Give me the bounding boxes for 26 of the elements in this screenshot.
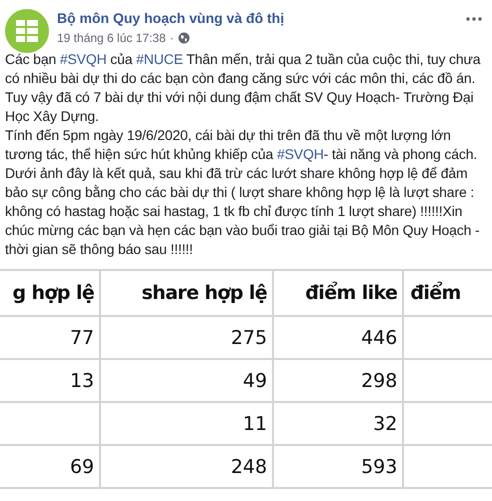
table-cell: 446 — [361, 326, 398, 348]
author-link[interactable]: Bộ môn Quy hoạch vùng và đô thị — [57, 10, 284, 26]
separator-dot: · — [170, 31, 174, 45]
globe-icon — [178, 32, 190, 44]
post-paragraph: Các bạn #SVQH của #NUCE Thân mến, trải qua 2 tuần của cuộc thi, tuy chưa có nhiều bài dự thi do các bạn còn đang căng sức với các môn thi, các đồ án. Tuy vậy đã có 7 bài dự thi với nội dung đậm chất SV Quy Hoạch- Trường Đại Học Xây Dựng. — [5, 50, 482, 126]
column-header: điểm like — [274, 271, 404, 315]
hashtag-link[interactable]: #SVQH — [276, 146, 324, 162]
column-header: điểm — [409, 280, 462, 306]
table-cell: 248 — [230, 456, 268, 478]
post-paragraph: Dưới ảnh đây là kết quả, sau khi đã trừ các lướt share không hợp lệ để đảm bảo sự công bằng cho các bài dự thi ( lượt share không hợp lệ là lượt share : không có hastag hoặc sai hastag, 1 tk fb chỉ được tính 1 lượt share) !!!!!!Xin chúc mừng các bạn và hẹn các bạn vào buổi trao giải tại Bộ Môn Quy Hoạch -thời gian sẽ thông báo sau !!!!!! — [5, 164, 481, 259]
table-cell: 49 — [242, 370, 268, 392]
column-header: share hợp lệ — [101, 271, 274, 315]
table-cell: 298 — [361, 370, 398, 392]
more-options-icon[interactable] — [466, 17, 482, 21]
table-cell: 32 — [373, 412, 398, 434]
table-cell: 69 — [70, 456, 94, 478]
table-cell: 11 — [242, 412, 268, 434]
table-cell: 275 — [230, 326, 268, 348]
post-paragraph: Tính đến 5pm ngày 19/6/2020, cái bài dự thi trên đã thu về một lượng lớn tương tác, thể hiện sức hút khủng khiếp của #SVQH- tài năng và phong cách. — [5, 126, 478, 164]
hashtag-link[interactable]: #SVQH — [60, 51, 107, 67]
hashtag-link[interactable]: #NUCE — [136, 51, 183, 67]
table-cell: 593 — [361, 456, 398, 478]
post-time-link[interactable]: 19 tháng 6 lúc 17:38 — [57, 31, 166, 45]
table-cell: 13 — [70, 370, 94, 392]
column-header: g hợp lệ — [0, 271, 102, 315]
table-cell: 77 — [70, 326, 94, 348]
